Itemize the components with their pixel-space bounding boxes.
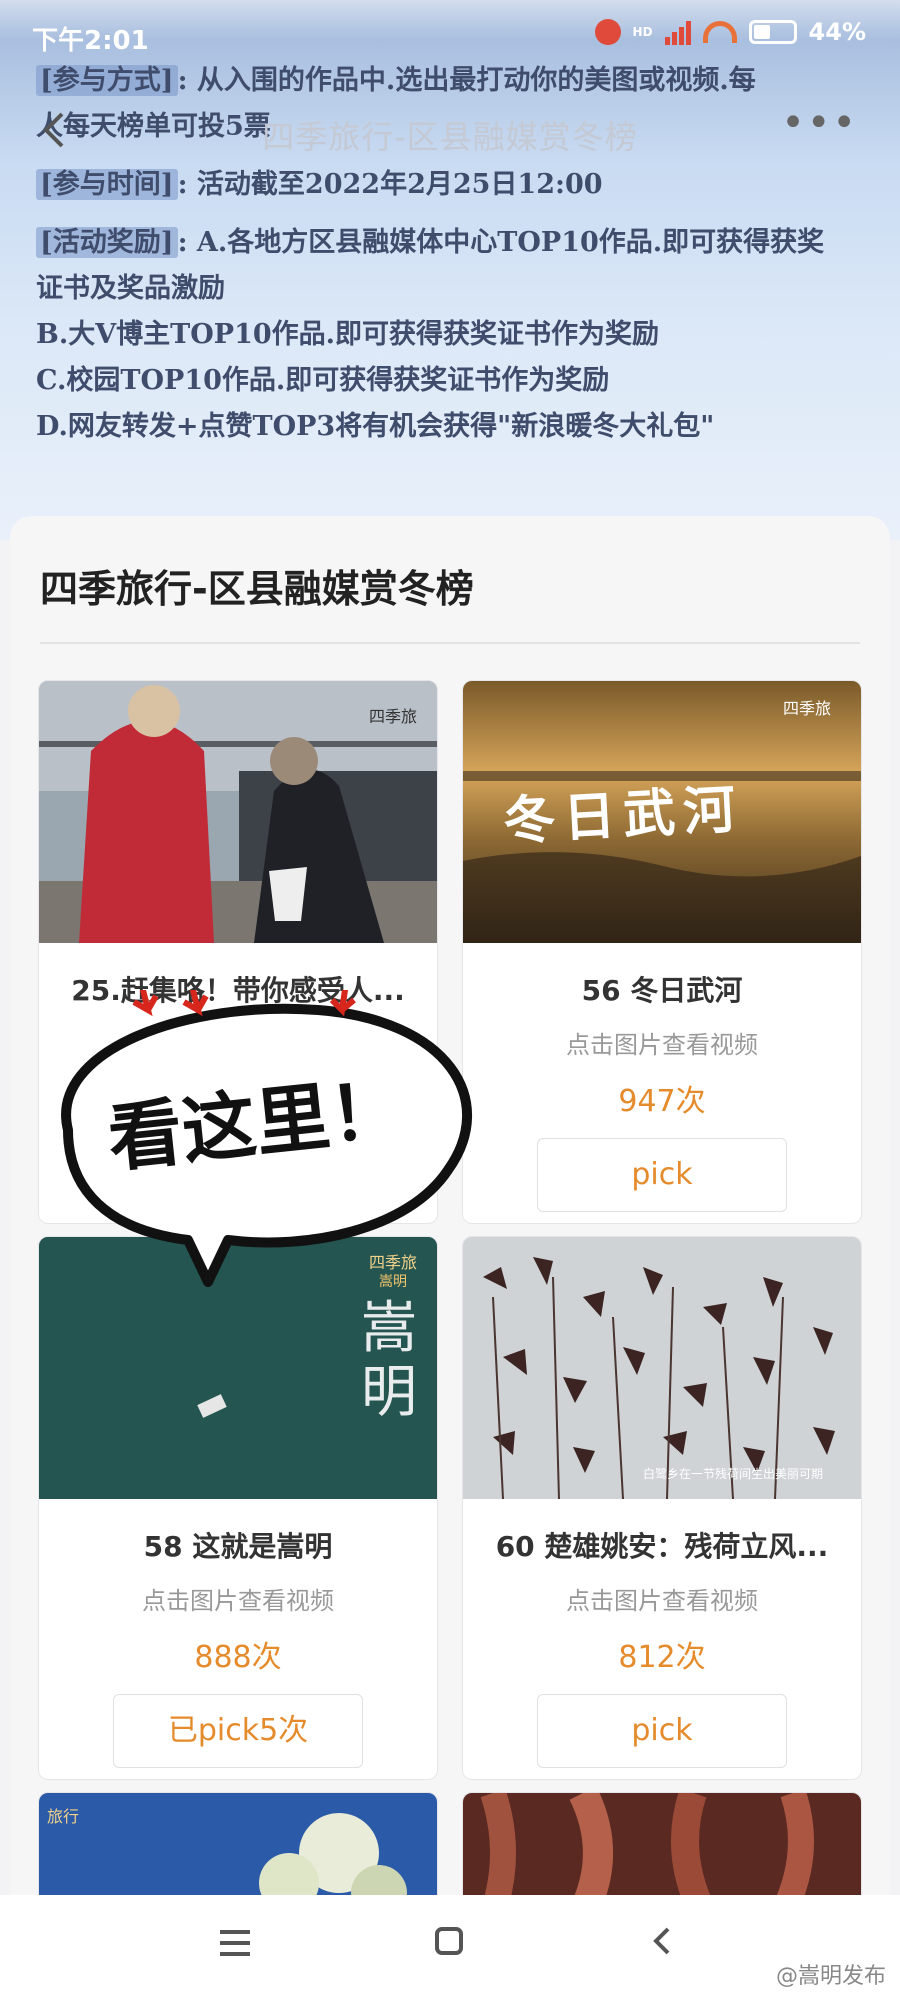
video-overlay-text: 冬日武河 — [501, 778, 745, 853]
card-hint: 点击图片查看视频 — [566, 1587, 758, 1615]
activity-banner: [参与方式]: 从入围的作品中.选出最打动你的美图或视频.每 人每天榜单可投5票… — [0, 0, 900, 540]
video-card[interactable]: 四季旅 冬日武河 56 冬日武河 点击图片查看视频 947次 pick — [462, 680, 862, 1224]
rule-text: C.校园TOP10作品.即可获得获奖证书作为奖励 — [36, 365, 610, 396]
list-title: 四季旅行-区县融媒赏冬榜 — [40, 567, 474, 611]
card-title: 56 冬日武河 — [581, 974, 743, 1007]
status-time: 下午2:01 — [32, 26, 149, 56]
rule-text: D.网友转发+点赞TOP3将有机会获得"新浪暖冬大礼包" — [36, 411, 715, 442]
rule-text: : 活动截至2022年2月25日12:00 — [177, 169, 603, 200]
weibo-watermark: @嵩明发布 — [775, 1964, 886, 1989]
back-icon[interactable] — [650, 1925, 672, 1965]
vote-count: 947次 — [618, 1084, 706, 1119]
status-icons: HD 44% — [594, 18, 866, 46]
hd-label: HD — [632, 25, 653, 39]
wifi-icon — [702, 21, 737, 43]
battery-percent: 44% — [808, 18, 866, 46]
rule-tag: [活动奖励] — [36, 227, 178, 258]
card-title: 58 这就是嵩明 — [143, 1530, 333, 1563]
watermark-text: 旅行 — [47, 1807, 80, 1826]
rule-text: : A.各地方区县融媒体中心TOP10作品.即可获得获奖 — [177, 227, 825, 258]
video-card[interactable]: 白鹭乡在一节残荷间生出美丽可期 60 楚雄姚安：残荷立风... 点击图片查看视频… — [462, 1236, 862, 1780]
card-hint: 点击图片查看视频 — [566, 1031, 758, 1059]
rule-text: B.大V博主TOP10作品.即可获得获奖证书作为奖励 — [36, 319, 660, 350]
video-thumbnail[interactable]: 白鹭乡在一节残荷间生出美丽可期 — [463, 1237, 861, 1499]
divider — [40, 642, 860, 644]
card-hint: 点击图片查看视频 — [142, 1587, 334, 1615]
home-icon[interactable] — [434, 1925, 464, 1965]
vote-count: 812次 — [618, 1640, 706, 1675]
rule-text: 证书及奖品激励 — [36, 273, 225, 304]
battery-icon — [748, 20, 797, 44]
system-nav-bar: @嵩明发布 — [0, 1895, 900, 2000]
video-caption: 白鹭乡在一节残荷间生出美丽可期 — [643, 1467, 824, 1481]
video-thumbnail[interactable]: 四季旅 — [39, 681, 437, 943]
watermark-text: 四季旅 — [783, 699, 832, 718]
annotation-bubble: 看这里！ — [28, 969, 478, 1287]
signal-icon — [664, 19, 691, 45]
status-bar: 下午2:01 HD 44% — [0, 0, 900, 70]
video-card[interactable]: 四季旅 嵩明 嵩明 58 这就是嵩明 点击图片查看视频 888次 已pick5次 — [38, 1236, 438, 1780]
page-title: 四季旅行-区县融媒赏冬榜 — [262, 118, 638, 156]
menu-icon[interactable] — [220, 1925, 250, 1965]
pick-button[interactable]: pick — [537, 1138, 787, 1212]
vote-count: 888次 — [194, 1640, 282, 1675]
rule-tag: [参与时间] — [36, 169, 178, 200]
picked-button[interactable]: 已pick5次 — [113, 1694, 363, 1768]
more-icon[interactable]: ••• — [781, 100, 858, 146]
video-thumbnail[interactable]: 四季旅 冬日武河 — [463, 681, 861, 943]
alarm-icon — [594, 19, 621, 45]
pick-button[interactable]: pick — [537, 1694, 787, 1768]
watermark-text: 四季旅 — [369, 707, 418, 726]
vertical-title-text: 嵩明 — [361, 1296, 417, 1425]
card-title: 60 楚雄姚安：残荷立风... — [495, 1530, 829, 1563]
page-header: 四季旅行-区县融媒赏冬榜 ••• — [0, 100, 900, 160]
